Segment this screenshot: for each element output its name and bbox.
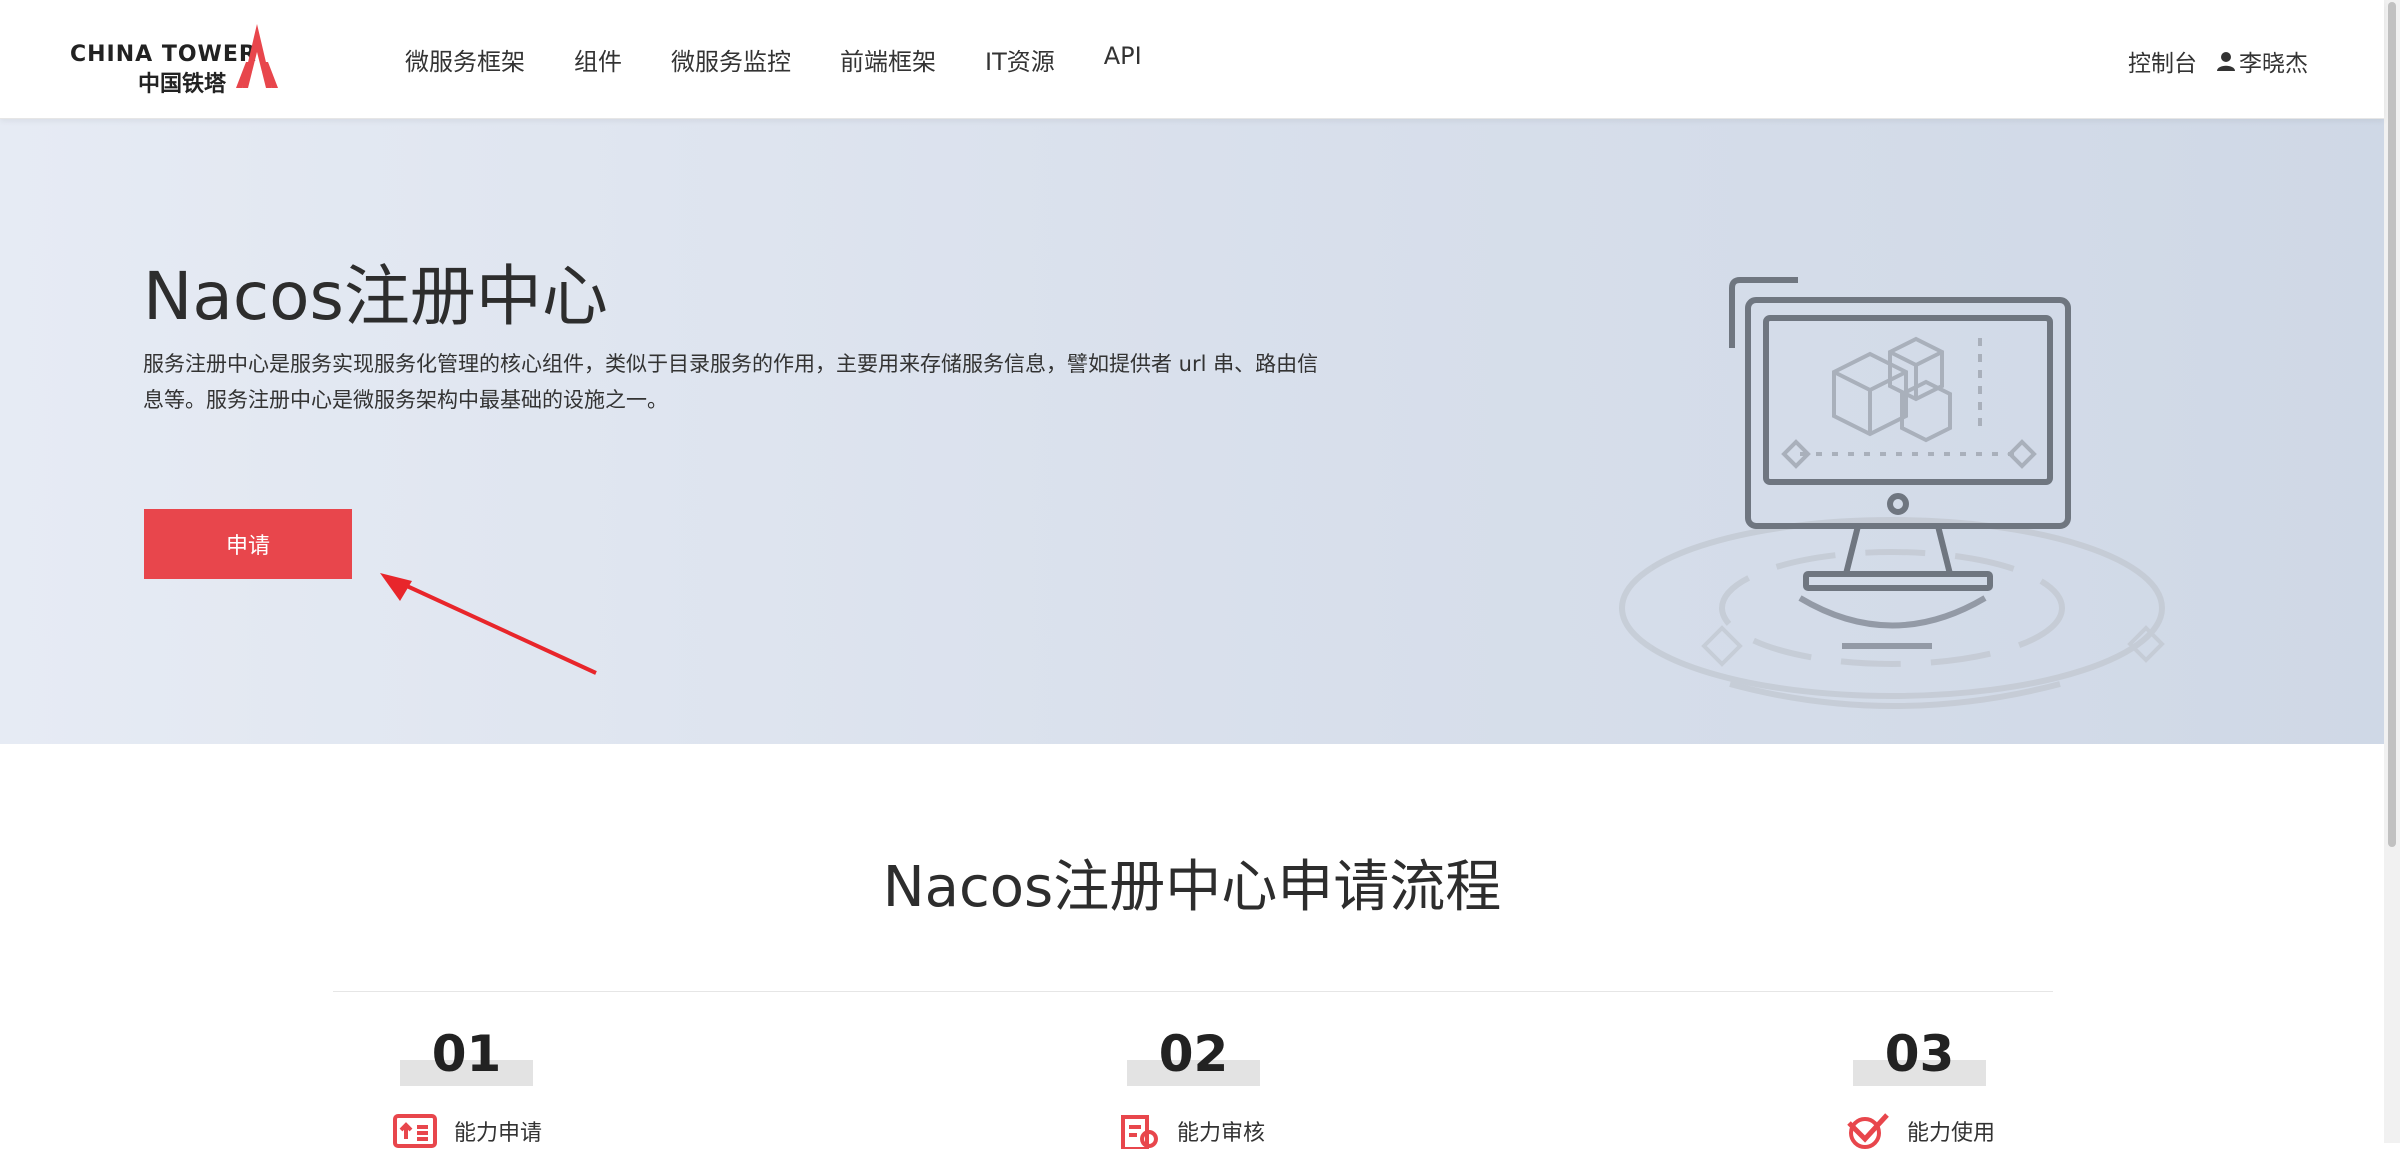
- nav-item-components[interactable]: 组件: [574, 42, 622, 77]
- logo-text-en: CHINA TOWER: [70, 42, 257, 67]
- page-title: Nacos注册中心: [143, 258, 608, 335]
- use-icon: [1847, 1113, 1889, 1149]
- vertical-scrollbar[interactable]: [2384, 0, 2400, 1143]
- nav-item-microservice-framework[interactable]: 微服务框架: [405, 42, 525, 77]
- process-step: 01 能力申请: [393, 1025, 542, 1148]
- main-nav: 微服务框架 组件 微服务监控 前端框架 IT资源 API: [405, 42, 1191, 77]
- hero-banner: Nacos注册中心 服务注册中心是服务实现服务化管理的核心组件，类似于目录服务的…: [0, 118, 2384, 744]
- step-label: 能力申请: [454, 1121, 543, 1146]
- step-number: 03: [1884, 1025, 1955, 1083]
- step-number: 02: [1158, 1025, 1229, 1083]
- process-title: Nacos注册中心申请流程: [882, 855, 1502, 920]
- console-link[interactable]: 控制台: [2128, 44, 2197, 78]
- top-header: CHINA TOWER 中国铁塔 微服务框架 组件 微服务监控 前端框架 IT资…: [0, 0, 2384, 119]
- step-label-row: 能力使用: [1845, 1113, 1995, 1149]
- nav-item-it-resources[interactable]: IT资源: [985, 42, 1055, 77]
- step-label-row: 能力审核: [1119, 1113, 1265, 1149]
- hero-description: 服务注册中心是服务实现服务化管理的核心组件，类似于目录服务的作用，主要用来存储服…: [143, 352, 1319, 412]
- apply-icon: [393, 1114, 437, 1148]
- step-label: 能力审核: [1177, 1121, 1266, 1146]
- step-label-row: 能力申请: [392, 1113, 542, 1149]
- nav-item-microservice-monitor[interactable]: 微服务监控: [671, 42, 791, 77]
- header-actions: 控制台 李晓杰: [2128, 44, 2308, 78]
- scrollbar-thumb[interactable]: [2388, 2, 2396, 847]
- process-step: 03 能力使用: [1847, 1025, 1995, 1149]
- process-step: 02 能力审核: [1121, 1025, 1265, 1149]
- tower-logo-icon: [236, 24, 278, 88]
- review-icon: [1121, 1115, 1158, 1149]
- user-name: 李晓杰: [2239, 51, 2308, 77]
- apply-button[interactable]: 申请: [144, 509, 352, 579]
- user-menu[interactable]: 李晓杰: [2217, 44, 2308, 78]
- step-label: 能力使用: [1907, 1121, 1996, 1146]
- annotation-arrow: [380, 573, 597, 675]
- nav-item-frontend-framework[interactable]: 前端框架: [840, 42, 936, 77]
- china-tower-logo[interactable]: CHINA TOWER 中国铁塔: [70, 22, 280, 97]
- section-divider: [333, 991, 2053, 992]
- nav-item-api[interactable]: API: [1104, 42, 1142, 77]
- logo-text-cn: 中国铁塔: [138, 72, 227, 97]
- step-number: 01: [431, 1025, 502, 1083]
- monitor-cubes-illustration: [1619, 277, 2165, 709]
- user-icon: [2217, 52, 2235, 71]
